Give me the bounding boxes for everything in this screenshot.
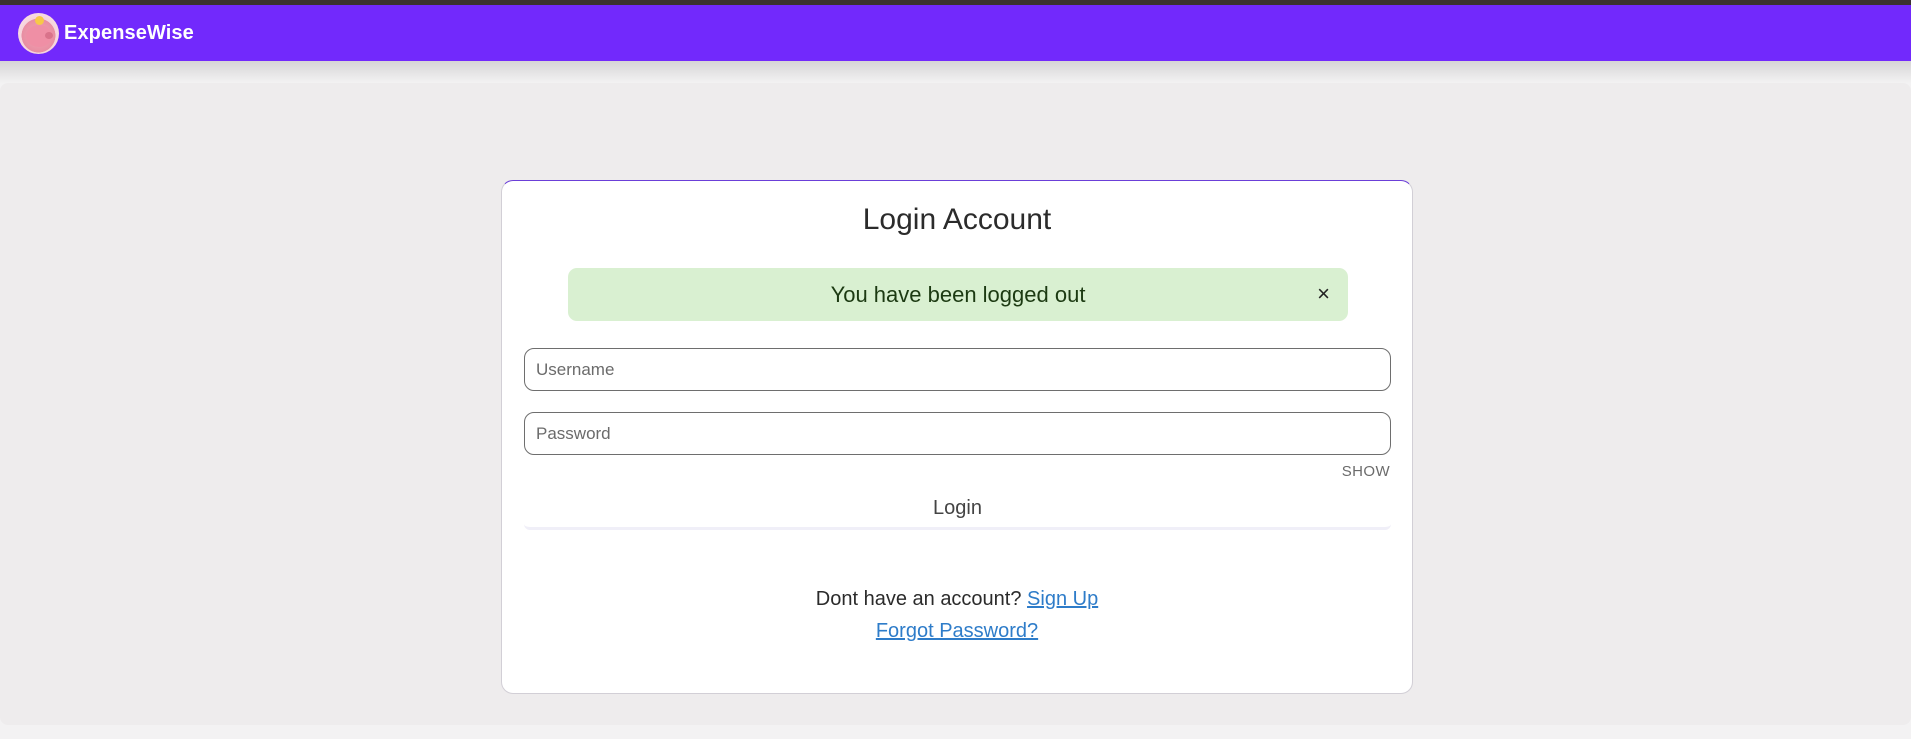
login-card: Login Account You have been logged out ×… [501,180,1413,694]
navbar: ExpenseWise [0,5,1911,61]
pig-snout-shape [45,31,53,39]
signup-link[interactable]: Sign Up [1027,588,1098,610]
login-button[interactable]: Login [524,490,1391,530]
username-input[interactable] [524,348,1391,391]
forgot-password-line: Forgot Password? [502,620,1412,643]
show-password-toggle[interactable]: SHOW [1342,463,1390,480]
signup-prompt: Dont have an account? Sign Up [502,588,1412,611]
forgot-password-link[interactable]: Forgot Password? [876,620,1038,642]
piggy-bank-icon[interactable] [18,12,59,54]
no-account-text: Dont have an account? [815,588,1022,610]
brand-name[interactable]: ExpenseWise [64,22,194,45]
page-title: Login Account [862,203,1052,236]
logout-alert: You have been logged out × [568,268,1348,321]
navbar-shadow [0,61,1911,83]
close-icon[interactable]: × [1317,282,1330,306]
alert-message: You have been logged out [830,281,1086,307]
coin-shape [35,15,44,25]
password-input[interactable] [524,412,1391,455]
